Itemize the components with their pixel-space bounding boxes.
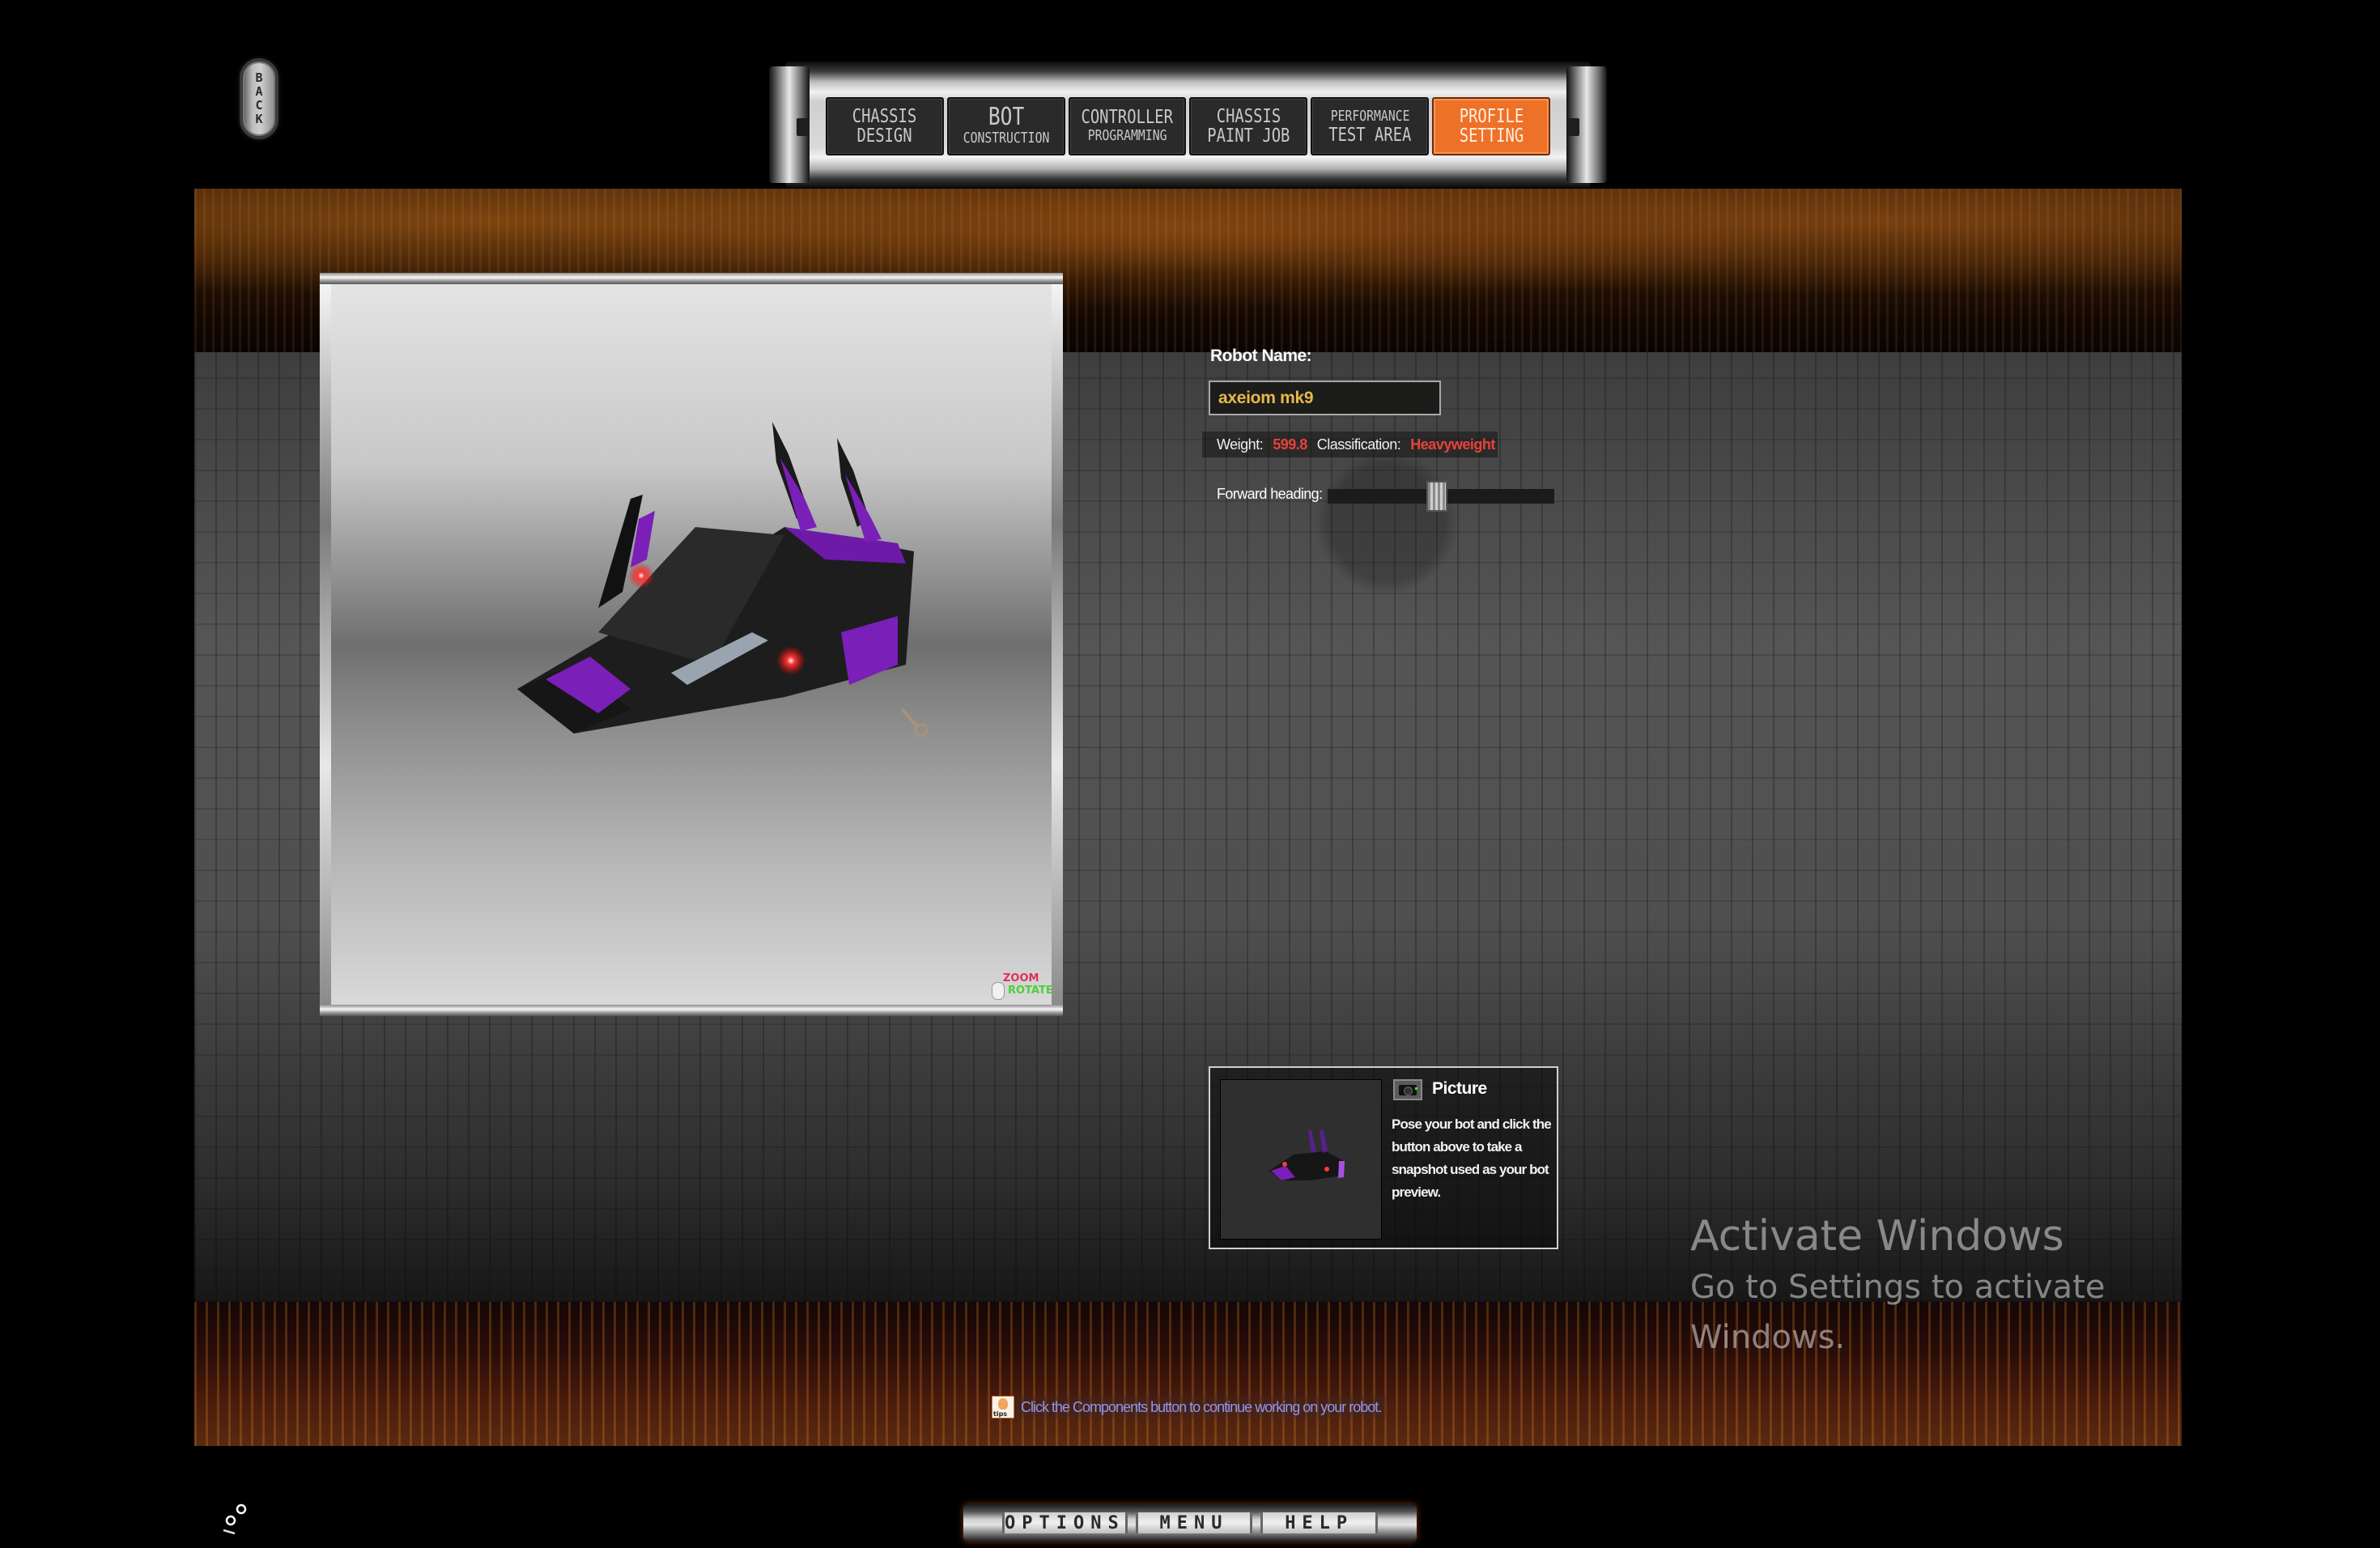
bot-snapshot-preview [1220, 1079, 1382, 1240]
zoom-hint-label: ZOOM [1003, 972, 1039, 985]
classification-label: Classification: [1316, 436, 1401, 453]
robot-name-label: Robot Name: [1210, 347, 1312, 365]
nav-end-cap-left [769, 66, 810, 183]
back-button-label: B A C K [255, 70, 263, 126]
tab-chassis-paint-job[interactable]: CHASSIS PAINT JOB [1189, 97, 1308, 155]
nav-end-cap-right [1566, 66, 1607, 183]
tab-profile-setting[interactable]: PROFILE SETTING [1432, 97, 1550, 155]
robot-stats-row: Weight: 599.8 Classification: Heavyweigh… [1202, 432, 1498, 457]
forward-heading-label: Forward heading: [1217, 486, 1323, 502]
mouse-cursor-icon [223, 1503, 247, 1535]
tab-bot-construction[interactable]: BOT CONSTRUCTION [946, 97, 1065, 155]
take-snapshot-button[interactable] [1393, 1079, 1422, 1100]
back-button[interactable]: B A C K [240, 58, 278, 139]
activate-windows-watermark: Activate Windows Go to Settings to activ… [1690, 1210, 2144, 1363]
tab-performance-test-area[interactable]: PERFORMANCE TEST AREA [1311, 97, 1430, 155]
watermark-subtext: Go to Settings to activate Windows. [1690, 1269, 2106, 1356]
rotate-hint-label: ROTATE [1008, 985, 1053, 997]
tab-label-line1: PERFORMANCE [1330, 108, 1410, 125]
robot-model [517, 422, 929, 738]
tab-label-line1: BOT [988, 103, 1024, 131]
options-button[interactable]: OPTIONS [1002, 1512, 1128, 1533]
robot-spike-2-accent [845, 474, 882, 542]
mouse-icon [992, 982, 1005, 1000]
robot-spike-1-accent [780, 458, 817, 531]
weight-label: Weight: [1217, 436, 1264, 453]
robot-name-input[interactable] [1209, 381, 1441, 415]
tab-controller-programming[interactable]: CONTROLLER PROGRAMMING [1068, 97, 1187, 155]
top-navigation-bar: CHASSIS DESIGN BOT CONSTRUCTION CONTROLL… [769, 62, 1607, 188]
picture-title: Picture [1432, 1079, 1487, 1098]
classification-value: Heavyweight [1410, 436, 1495, 453]
rotate-cursor-icon [900, 708, 929, 738]
tab-label-line2: PAINT JOB [1207, 125, 1290, 147]
tip-text: Click the Components button to continue … [1021, 1398, 1382, 1415]
forward-heading-slider-thumb[interactable] [1426, 481, 1447, 512]
bottom-menu-bar: OPTIONS MENU HELP [963, 1504, 1417, 1542]
tab-label-line2: DESIGN [856, 125, 912, 147]
tab-label-line1: PROFILE [1459, 106, 1524, 127]
picture-description: Pose your bot and click the button above… [1392, 1116, 1552, 1200]
robot-light-right [776, 646, 805, 675]
help-button[interactable]: HELP [1260, 1512, 1378, 1533]
tab-label-line1: CHASSIS [1216, 106, 1281, 127]
tip-bar: tips Click the Components button to cont… [992, 1396, 1387, 1418]
tab-label-line2: CONSTRUCTION [963, 130, 1050, 147]
mouse-controls-hint: ZOOM ROTATE [990, 972, 1053, 1002]
robot-light-left [628, 563, 654, 589]
watermark-heading: Activate Windows [1690, 1212, 2064, 1261]
tab-label-line2: PROGRAMMING [1087, 127, 1167, 144]
tab-label-line2: TEST AREA [1328, 125, 1412, 146]
menu-button[interactable]: MENU [1135, 1512, 1253, 1533]
tips-lightbulb-icon: tips [992, 1396, 1014, 1418]
weight-value: 599.8 [1273, 436, 1307, 453]
snapshot-robot-image [1269, 1130, 1345, 1180]
tab-label-line2: SETTING [1459, 125, 1524, 147]
tips-icon-label: tips [993, 1410, 1008, 1418]
robot-3d-viewer[interactable]: ZOOM ROTATE [320, 273, 1063, 1016]
picture-panel: Picture Pose your bot and click the butt… [1209, 1066, 1558, 1249]
viewer-frame-top [320, 273, 1063, 284]
tab-chassis-design[interactable]: CHASSIS DESIGN [826, 97, 944, 155]
viewer-frame-bottom [320, 1005, 1063, 1016]
tab-label-line1: CHASSIS [852, 106, 917, 127]
tab-label-line1: CONTROLLER [1081, 107, 1174, 128]
